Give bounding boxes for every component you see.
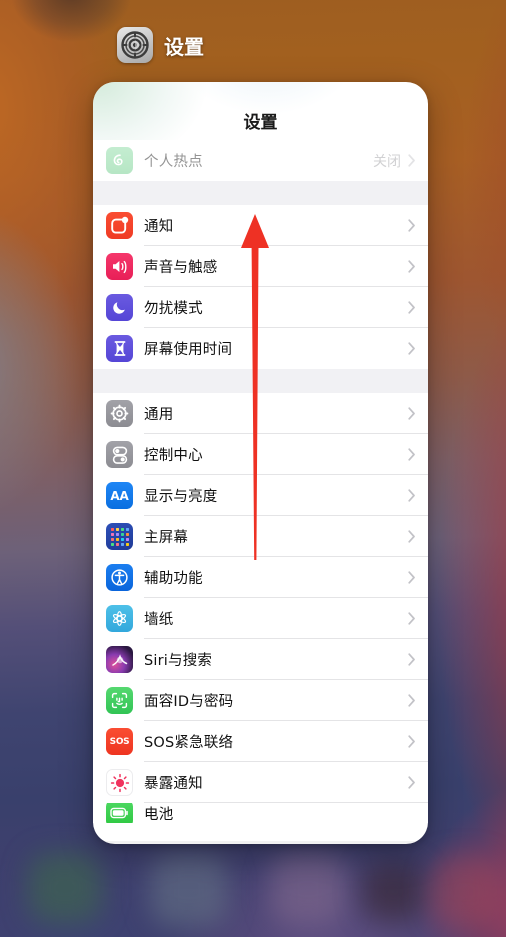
chevron-right-icon [408, 301, 415, 314]
sounds-haptics-icon [106, 253, 133, 280]
chevron-right-icon [408, 219, 415, 232]
settings-row[interactable]: 主屏幕 [93, 516, 428, 557]
page-title: 设置 [243, 113, 278, 133]
exposure-notifications-icon [106, 769, 133, 796]
settings-row[interactable]: Siri与搜索 [93, 639, 428, 680]
settings-row-label: 电池 [144, 806, 174, 823]
do-not-disturb-icon [106, 294, 133, 321]
settings-row[interactable]: 控制中心 [93, 434, 428, 475]
settings-row[interactable]: 墙纸 [93, 598, 428, 639]
display-aa-label: AA [110, 488, 129, 503]
blurred-dock-icon [150, 853, 228, 927]
settings-window: 设置 个人热点 关闭通知声音与触感勿扰模式屏幕使用时间 通用控制中心 AA 显示与亮度主… [93, 82, 428, 844]
settings-row[interactable]: 辅助功能 [93, 557, 428, 598]
blurred-dock-icon [28, 853, 102, 923]
settings-row[interactable]: 屏幕使用时间 [93, 328, 428, 369]
chevron-right-icon [408, 407, 415, 420]
notifications-icon [106, 212, 133, 239]
window-title: 设置 [164, 34, 204, 59]
settings-row-value: 关闭 [373, 153, 401, 170]
settings-row-label: 通用 [144, 407, 174, 423]
settings-row-label: SOS紧急联络 [144, 735, 234, 751]
settings-row-label: 声音与触感 [144, 260, 218, 276]
siri-icon [106, 646, 133, 673]
chevron-right-icon [408, 612, 415, 625]
settings-row-label: 暴露通知 [144, 776, 203, 792]
chevron-right-icon [408, 530, 415, 543]
group-system: 通用 控制中心 AA 显示与亮度 主屏幕 辅助功能 墙纸 Siri与搜索 面容ID与密码 SOS S… [93, 393, 428, 823]
settings-row-label: 主屏幕 [144, 530, 189, 546]
emergency-sos-icon: SOS [106, 728, 133, 755]
settings-row-label: 辅助功能 [144, 571, 203, 587]
screen-time-icon [106, 335, 133, 362]
chevron-right-icon [408, 776, 415, 789]
chevron-right-icon [408, 260, 415, 273]
settings-header: 设置 [93, 82, 428, 140]
settings-gear-icon [117, 27, 153, 63]
sos-label: SOS [109, 736, 130, 747]
battery-icon [106, 803, 133, 823]
settings-row-label: 通知 [144, 219, 174, 235]
settings-row[interactable]: 个人热点 关闭 [93, 140, 428, 181]
settings-row[interactable]: 声音与触感 [93, 246, 428, 287]
settings-row[interactable]: AA 显示与亮度 [93, 475, 428, 516]
chevron-right-icon [408, 448, 415, 461]
blurred-dock-icon [270, 853, 346, 925]
window-titlebar: 设置 [117, 27, 204, 63]
chevron-right-icon [408, 154, 415, 167]
settings-row[interactable]: 勿扰模式 [93, 287, 428, 328]
group-separator [93, 181, 428, 205]
chevron-right-icon [408, 694, 415, 707]
settings-row[interactable]: 电池 [93, 803, 428, 823]
chevron-right-icon [408, 489, 415, 502]
settings-row-label: 墙纸 [144, 612, 174, 628]
settings-row[interactable]: 面容ID与密码 [93, 680, 428, 721]
blurred-dock-icon [362, 863, 424, 921]
display-brightness-icon: AA [106, 482, 133, 509]
settings-row-label: 个人热点 [144, 154, 203, 170]
settings-list[interactable]: 个人热点 关闭通知声音与触感勿扰模式屏幕使用时间 通用控制中心 AA 显示与亮度主屏幕辅… [93, 140, 428, 823]
chevron-right-icon [408, 571, 415, 584]
settings-row-label: 面容ID与密码 [144, 694, 234, 710]
settings-row-label: 显示与亮度 [144, 489, 218, 505]
accessibility-icon [106, 564, 133, 591]
settings-row[interactable]: SOS SOS紧急联络 [93, 721, 428, 762]
group-separator [93, 369, 428, 393]
chevron-right-icon [408, 342, 415, 355]
settings-row-label: 屏幕使用时间 [144, 342, 233, 358]
hotspot-icon [106, 147, 133, 174]
blurred-dock-icon [430, 857, 500, 927]
group-alerts: 通知声音与触感勿扰模式屏幕使用时间 [93, 205, 428, 369]
settings-row[interactable]: 通用 [93, 393, 428, 434]
wallpaper-icon [106, 605, 133, 632]
settings-row-label: 勿扰模式 [144, 301, 203, 317]
card-bottom-edge [93, 841, 428, 844]
settings-row[interactable]: 暴露通知 [93, 762, 428, 803]
group-connectivity: 个人热点 关闭 [93, 140, 428, 181]
home-screen-icon [106, 523, 133, 550]
face-id-icon [106, 687, 133, 714]
settings-row-label: 控制中心 [144, 448, 203, 464]
settings-row-label: Siri与搜索 [144, 653, 213, 669]
general-gear-icon [106, 400, 133, 427]
chevron-right-icon [408, 653, 415, 666]
home-screen-grid [110, 527, 129, 546]
settings-row[interactable]: 通知 [93, 205, 428, 246]
chevron-right-icon [408, 735, 415, 748]
control-center-icon [106, 441, 133, 468]
